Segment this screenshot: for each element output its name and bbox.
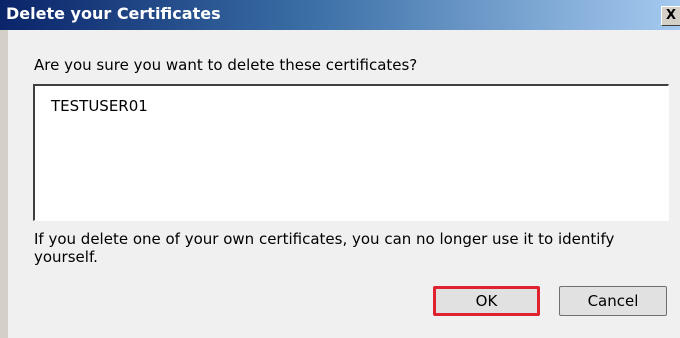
close-icon: X xyxy=(666,8,677,23)
list-item[interactable]: TESTUSER01 xyxy=(51,97,148,115)
cancel-button[interactable]: Cancel xyxy=(559,286,667,316)
delete-certificates-dialog: Delete your Certificates X Are you sure … xyxy=(0,0,680,338)
warning-message: If you delete one of your own certificat… xyxy=(34,230,615,266)
confirmation-prompt: Are you sure you want to delete these ce… xyxy=(34,56,418,74)
ok-button[interactable]: OK xyxy=(433,286,540,316)
certificate-list[interactable]: TESTUSER01 xyxy=(33,84,669,221)
dialog-title: Delete your Certificates xyxy=(6,4,221,23)
close-button[interactable]: X xyxy=(661,6,680,26)
title-bar[interactable]: Delete your Certificates X xyxy=(0,0,680,30)
